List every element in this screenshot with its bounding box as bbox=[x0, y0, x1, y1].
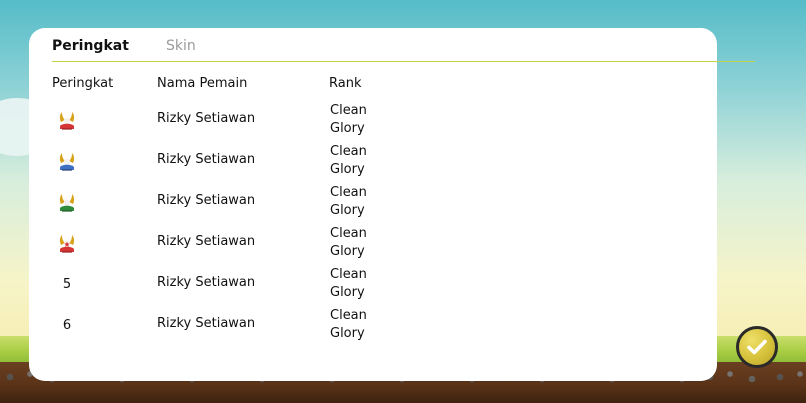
rank-number: 6 bbox=[62, 318, 72, 333]
player-name: Rizky Setiawan bbox=[157, 111, 256, 126]
confirm-button[interactable] bbox=[736, 326, 778, 368]
tab-underline bbox=[52, 61, 755, 62]
red-medal-icon bbox=[59, 112, 75, 130]
rank-tier-line2: Glory bbox=[330, 203, 365, 218]
rank-cell bbox=[56, 233, 78, 255]
rank-tier: Clean Glory bbox=[330, 266, 367, 302]
tab-skin[interactable]: Skin bbox=[166, 38, 196, 54]
rank-tier-line1: Clean bbox=[330, 185, 367, 200]
rank-tier: Clean Glory bbox=[330, 307, 367, 343]
green-medal-icon bbox=[59, 194, 75, 212]
rank-tier-line2: Glory bbox=[330, 244, 365, 259]
header-rank: Peringkat bbox=[52, 76, 114, 91]
rank-tier: Clean Glory bbox=[330, 184, 367, 220]
header-rank-tier: Rank bbox=[329, 76, 362, 91]
rank-tier: Clean Glory bbox=[330, 102, 367, 138]
table-row: Rizky Setiawan Clean Glory bbox=[29, 140, 717, 181]
player-name: Rizky Setiawan bbox=[157, 275, 256, 290]
rank-tier-line1: Clean bbox=[330, 267, 367, 282]
table-row: Rizky Setiawan Clean Glory bbox=[29, 222, 717, 263]
rank-cell bbox=[56, 110, 78, 132]
rank-tier-line2: Glory bbox=[330, 285, 365, 300]
rank-cell: 5 bbox=[56, 274, 78, 296]
rank-tier-line2: Glory bbox=[330, 162, 365, 177]
rank-tier-line1: Clean bbox=[330, 308, 367, 323]
table-row: Rizky Setiawan Clean Glory bbox=[29, 99, 717, 140]
rank-tier-line1: Clean bbox=[330, 144, 367, 159]
player-name: Rizky Setiawan bbox=[157, 316, 256, 331]
table-row: Rizky Setiawan Clean Glory bbox=[29, 181, 717, 222]
checkmark-icon bbox=[747, 339, 767, 355]
tab-peringkat[interactable]: Peringkat bbox=[52, 38, 129, 54]
rank-tier-line2: Glory bbox=[330, 121, 365, 136]
red-star-medal-icon bbox=[59, 235, 75, 253]
rank-tier: Clean Glory bbox=[330, 225, 367, 261]
blue-medal-icon bbox=[59, 153, 75, 171]
table-row: 5 Rizky Setiawan Clean Glory bbox=[29, 263, 717, 304]
player-name: Rizky Setiawan bbox=[157, 193, 256, 208]
rank-number: 5 bbox=[62, 277, 72, 292]
rank-cell: 6 bbox=[56, 315, 78, 337]
header-player-name: Nama Pemain bbox=[157, 76, 248, 91]
player-name: Rizky Setiawan bbox=[157, 234, 256, 249]
table-row: 6 Rizky Setiawan Clean Glory bbox=[29, 304, 717, 345]
rank-tier-line2: Glory bbox=[330, 326, 365, 341]
leaderboard-panel: Peringkat Skin Peringkat Nama Pemain Ran… bbox=[29, 28, 755, 381]
leaderboard-rows: Rizky Setiawan Clean Glory Rizky Setiawa… bbox=[29, 99, 717, 345]
rank-cell bbox=[56, 151, 78, 173]
player-name: Rizky Setiawan bbox=[157, 152, 256, 167]
rank-tier-line1: Clean bbox=[330, 103, 367, 118]
rank-cell bbox=[56, 192, 78, 214]
rank-tier: Clean Glory bbox=[330, 143, 367, 179]
rank-tier-line1: Clean bbox=[330, 226, 367, 241]
